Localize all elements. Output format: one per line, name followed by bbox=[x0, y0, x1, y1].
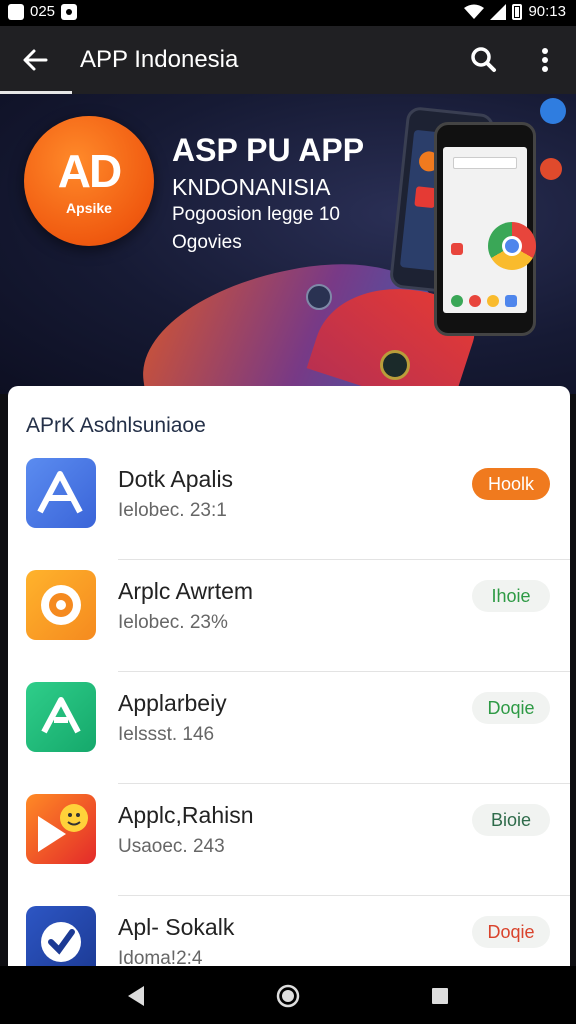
nav-back-icon[interactable] bbox=[122, 982, 150, 1010]
chrome-icon bbox=[488, 222, 536, 270]
banner-subtitle: KNDONANISIA bbox=[172, 174, 331, 200]
app-action-button[interactable]: Bioie bbox=[472, 804, 550, 836]
app-icon-green bbox=[26, 682, 96, 752]
banner-line-1: Pogoosion legge 10 bbox=[172, 204, 340, 225]
list-item[interactable]: Applarbeiy Ielssst. 146 Doqie bbox=[8, 672, 570, 784]
logo-subtext: Apsike bbox=[66, 200, 112, 216]
app-action-button[interactable]: Doqie bbox=[472, 692, 550, 724]
app-meta: Ielobec. 23% bbox=[118, 612, 228, 633]
list-item[interactable]: Applc,Rahisn Usaoec. 243 Bioie bbox=[8, 784, 570, 896]
app-icon-orange bbox=[26, 570, 96, 640]
list-item[interactable]: Dotk Apalis Ielobec. 23:1 Hoolk bbox=[8, 448, 570, 560]
battery-icon bbox=[512, 3, 523, 20]
app-name: Dotk Apalis bbox=[118, 466, 234, 492]
app-meta: Ielobec. 23:1 bbox=[118, 500, 227, 521]
hero-banner: AD Apsike ASP PU APP KNDONANISIA Pogoosi… bbox=[0, 94, 576, 394]
page-title: APP Indonesia bbox=[80, 46, 239, 73]
app-action-button[interactable]: Doqie bbox=[472, 916, 550, 948]
tools-icon bbox=[540, 158, 562, 180]
back-arrow-icon[interactable] bbox=[18, 42, 54, 78]
app-name: Apl- Sokalk bbox=[118, 914, 235, 940]
system-navigation-bar bbox=[0, 966, 576, 1024]
clock-icon bbox=[380, 350, 410, 380]
search-icon[interactable] bbox=[466, 42, 502, 78]
app-name: Arplc Awrtem bbox=[118, 578, 254, 604]
app-list-card: APrK Asdnlsuniaoe Dotk Apalis Ielobec. 2… bbox=[8, 386, 570, 986]
notification-icon bbox=[61, 3, 78, 20]
app-icon-blue bbox=[26, 458, 96, 528]
wifi-icon bbox=[464, 4, 485, 19]
app-name: Applarbeiy bbox=[118, 690, 227, 716]
app-action-button[interactable]: Ihoie bbox=[472, 580, 550, 612]
status-bar: 025 90:13 bbox=[0, 0, 576, 26]
signal-icon bbox=[490, 3, 507, 20]
app-action-button[interactable]: Hoolk bbox=[472, 468, 550, 500]
logo-mark: AD bbox=[57, 145, 122, 197]
app-meta: Usaoec. 243 bbox=[118, 836, 225, 857]
paperclip-icon bbox=[540, 98, 566, 124]
app-name: Applc,Rahisn bbox=[118, 802, 254, 828]
banner-title: ASP PU APP bbox=[172, 132, 365, 168]
banner-line-2: Ogovies bbox=[172, 232, 242, 253]
list-item[interactable]: Arplc Awrtem Ielobec. 23% Ihoie bbox=[8, 560, 570, 672]
app-bar: APP Indonesia bbox=[0, 26, 576, 94]
app-logo: AD Apsike bbox=[24, 116, 154, 246]
status-left-text: 025 bbox=[30, 3, 56, 20]
section-title: APrK Asdnlsuniaoe bbox=[26, 414, 206, 437]
app-icon-red-smiley bbox=[26, 794, 96, 864]
status-time: 90:13 bbox=[528, 3, 566, 20]
more-options-icon[interactable] bbox=[530, 42, 560, 78]
screenshot-icon bbox=[8, 3, 24, 20]
nav-recents-icon[interactable] bbox=[426, 982, 454, 1010]
app-meta: Ielssst. 146 bbox=[118, 724, 215, 745]
settings-small-icon bbox=[306, 284, 332, 310]
nav-home-icon[interactable] bbox=[274, 982, 302, 1010]
